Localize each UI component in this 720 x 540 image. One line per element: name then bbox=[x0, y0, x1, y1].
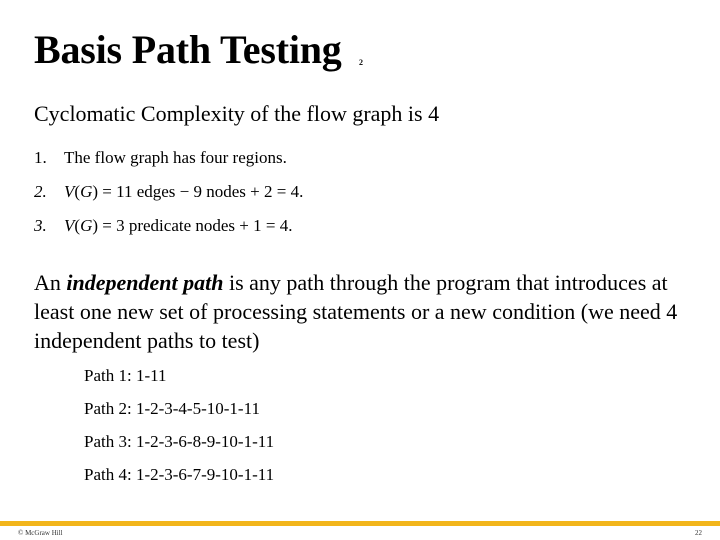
list-text-part: ) = 11 edges − 9 nodes + 2 = 4. bbox=[92, 182, 304, 201]
list-text-part: V bbox=[64, 182, 75, 201]
path-item: Path 4: 1-2-3-6-7-9-10-1-11 bbox=[84, 465, 275, 484]
independent-path-paragraph: An independent path is any path through … bbox=[34, 268, 694, 355]
paragraph-prefix: An bbox=[34, 270, 67, 295]
copyright-text: © McGraw Hill bbox=[18, 529, 63, 537]
list-text: V(G) = 3 predicate nodes + 1 = 4. bbox=[64, 216, 292, 236]
list-text-part: V bbox=[64, 216, 75, 235]
title-superscript: 2 bbox=[359, 58, 363, 67]
list-text: V(G) = 11 edges − 9 nodes + 2 = 4. bbox=[64, 182, 303, 202]
list-number: 1. bbox=[34, 148, 47, 167]
list-text-part: The flow graph has four regions. bbox=[64, 148, 287, 167]
list-text: The flow graph has four regions. bbox=[64, 148, 287, 168]
path-item: Path 1: 1-11 bbox=[84, 366, 167, 385]
path-item: Path 2: 1-2-3-4-5-10-1-11 bbox=[84, 399, 260, 418]
page-number: 22 bbox=[695, 529, 702, 537]
footer-divider bbox=[0, 521, 720, 526]
list-number: 2. bbox=[34, 182, 47, 201]
slide-title: Basis Path Testing bbox=[34, 27, 342, 72]
path-item: Path 3: 1-2-3-6-8-9-10-1-11 bbox=[84, 432, 275, 451]
list-text-part: G bbox=[80, 182, 93, 201]
complexity-heading: Cyclomatic Complexity of the flow graph … bbox=[34, 101, 440, 126]
paragraph-emphasis: independent path bbox=[66, 270, 224, 295]
list-text-part: ) = 3 predicate nodes + 1 = 4. bbox=[92, 216, 293, 235]
list-text-part: G bbox=[80, 216, 93, 235]
list-number: 3. bbox=[34, 216, 47, 235]
